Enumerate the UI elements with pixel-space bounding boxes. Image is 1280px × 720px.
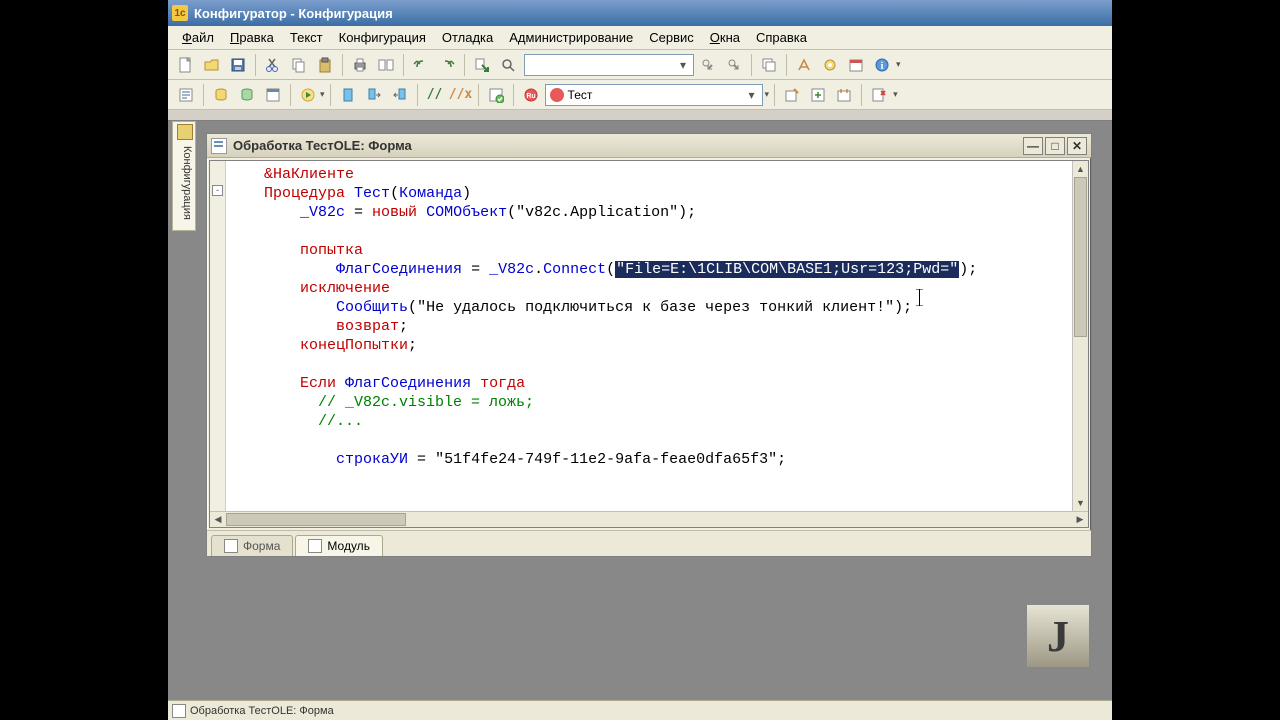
module-icon[interactable] <box>174 83 198 107</box>
titlebar[interactable]: 1c Конфигуратор - Конфигурация <box>168 0 1112 26</box>
save-icon[interactable] <box>226 53 250 77</box>
copy-icon[interactable] <box>287 53 311 77</box>
proc-combo[interactable]: Тест▾ <box>545 84 763 106</box>
toolbar-2: ▾ // //x Ru Тест▾ ▾ ▾ <box>168 80 1112 110</box>
code-editor[interactable]: - &НаКлиенте Процедура Тест(Команда) _V8… <box>209 160 1089 528</box>
uncomment-icon[interactable]: //x <box>449 83 473 107</box>
cut-icon[interactable] <box>261 53 285 77</box>
compare-icon[interactable] <box>374 53 398 77</box>
editor-titlebar[interactable]: Обработка ТестOLE: Форма — □ ✕ <box>207 134 1091 158</box>
search-combo[interactable]: ▾ <box>524 54 694 76</box>
gutter: - <box>210 161 226 511</box>
form-editor-icon <box>211 138 227 154</box>
menu-service[interactable]: Сервис <box>641 27 702 48</box>
close-button[interactable]: ✕ <box>1067 137 1087 155</box>
statusbar: Обработка ТестOLE: Форма <box>168 700 1112 720</box>
editor-tabs: Форма Модуль <box>207 530 1091 556</box>
code-content[interactable]: &НаКлиенте Процедура Тест(Команда) _V82c… <box>228 165 1072 511</box>
tab-form[interactable]: Форма <box>211 535 293 556</box>
search-icon[interactable] <box>496 53 520 77</box>
fold-toggle[interactable]: - <box>212 185 223 196</box>
tool-del-icon[interactable] <box>867 83 891 107</box>
svg-text:i: i <box>881 61 884 72</box>
svg-text:Ru: Ru <box>526 93 535 100</box>
bookmark-icon[interactable] <box>336 83 360 107</box>
info-icon[interactable]: i <box>870 53 894 77</box>
app-icon: 1c <box>172 5 188 21</box>
paste-icon[interactable] <box>313 53 337 77</box>
undo-icon[interactable] <box>409 53 433 77</box>
bookmark-prev-icon[interactable] <box>388 83 412 107</box>
watermark-logo: J <box>1026 604 1090 668</box>
bookmark-next-icon[interactable] <box>362 83 386 107</box>
editor-window: Обработка ТестOLE: Форма — □ ✕ - &НаКлие… <box>206 133 1092 557</box>
menu-help[interactable]: Справка <box>748 27 815 48</box>
ru-icon[interactable]: Ru <box>519 83 543 107</box>
menu-config[interactable]: Конфигурация <box>331 27 434 48</box>
syntax-icon[interactable] <box>484 83 508 107</box>
menu-windows[interactable]: Окна <box>702 27 748 48</box>
menu-debug[interactable]: Отладка <box>434 27 501 48</box>
form-tab-icon <box>224 539 238 553</box>
goto-icon[interactable] <box>470 53 494 77</box>
v-scroll-thumb[interactable] <box>1074 177 1087 337</box>
run-icon[interactable] <box>296 83 320 107</box>
print-icon[interactable] <box>348 53 372 77</box>
windows-icon[interactable] <box>757 53 781 77</box>
find-prev-icon[interactable] <box>696 53 720 77</box>
redo-icon[interactable] <box>435 53 459 77</box>
menu-admin[interactable]: Администрирование <box>501 27 641 48</box>
new-file-icon[interactable] <box>174 53 198 77</box>
v-scrollbar[interactable]: ▲ ▼ <box>1072 161 1088 511</box>
tool-d-icon[interactable] <box>806 83 830 107</box>
tool-a-icon[interactable] <box>792 53 816 77</box>
menu-text[interactable]: Текст <box>282 27 331 48</box>
db-icon[interactable] <box>209 83 233 107</box>
app-window: 1c Конфигуратор - Конфигурация Файл Прав… <box>168 0 1112 720</box>
editor-title: Обработка ТестOLE: Форма <box>233 138 412 153</box>
workarea: Конфигурация Обработка ТестOLE: Форма — … <box>168 120 1112 700</box>
tool-b-icon[interactable] <box>818 53 842 77</box>
status-icon <box>172 704 186 718</box>
menu-edit[interactable]: Правка <box>222 27 282 48</box>
form-icon[interactable] <box>261 83 285 107</box>
menu-file[interactable]: Файл <box>174 27 222 48</box>
calendar-icon[interactable] <box>844 53 868 77</box>
tool-c-icon[interactable] <box>780 83 804 107</box>
tool-e-icon[interactable] <box>832 83 856 107</box>
config-sidepanel[interactable]: Конфигурация <box>172 121 196 231</box>
window-title: Конфигуратор - Конфигурация <box>194 6 393 21</box>
h-scrollbar[interactable]: ◀ ▶ <box>210 511 1088 527</box>
module-tab-icon <box>308 539 322 553</box>
toolbar-1: ▾ i ▾ <box>168 50 1112 80</box>
open-file-icon[interactable] <box>200 53 224 77</box>
comment-icon[interactable]: // <box>423 83 447 107</box>
maximize-button[interactable]: □ <box>1045 137 1065 155</box>
find-next-icon[interactable] <box>722 53 746 77</box>
minimize-button[interactable]: — <box>1023 137 1043 155</box>
menubar: Файл Правка Текст Конфигурация Отладка А… <box>168 26 1112 50</box>
status-text: Обработка ТестOLE: Форма <box>190 705 334 717</box>
tab-module[interactable]: Модуль <box>295 535 383 556</box>
h-scroll-thumb[interactable] <box>226 513 406 526</box>
db2-icon[interactable] <box>235 83 259 107</box>
